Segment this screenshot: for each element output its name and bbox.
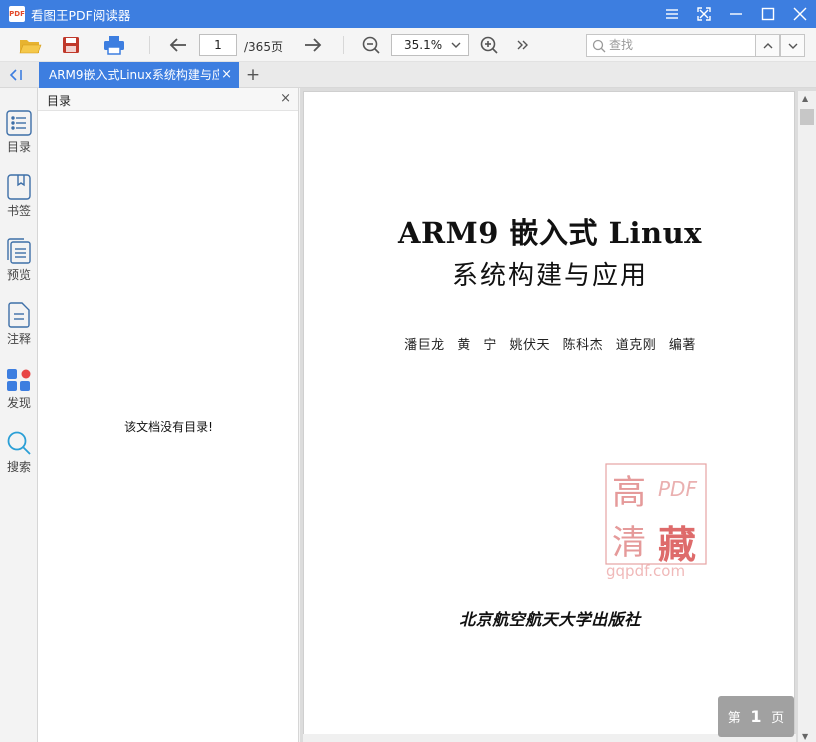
minimize-button[interactable] xyxy=(720,0,752,28)
zoom-select[interactable]: 35.1% xyxy=(391,34,469,56)
tab-bar: ARM9嵌入式Linux系统构建与应用 × + xyxy=(0,62,816,88)
discover-icon xyxy=(5,365,33,393)
sidebar-item-label: 注释 xyxy=(6,332,31,346)
book-title-line2: 系统构建与应用 xyxy=(451,261,648,291)
sidebar-item-label: 预览 xyxy=(6,268,31,282)
search-next-button[interactable] xyxy=(780,34,805,57)
sidebar-item-label: 搜索 xyxy=(6,460,31,474)
sidebar-rail: 目录 书签 预览 注释 发现 搜索 xyxy=(0,88,38,742)
zoom-out-icon[interactable] xyxy=(358,33,384,57)
sidebar-item-label: 目录 xyxy=(6,140,31,154)
thumbnail-icon xyxy=(5,237,33,265)
outline-empty-message: 该文档没有目录! xyxy=(124,420,213,434)
sidebar-item-bookmark[interactable]: 书签 xyxy=(0,167,38,225)
vertical-scrollbar[interactable]: ▲ ▼ xyxy=(798,91,816,742)
more-tools-icon[interactable] xyxy=(510,33,536,57)
chevron-down-icon xyxy=(450,38,462,58)
new-tab-button[interactable]: + xyxy=(245,65,261,85)
outline-header: 目录 × xyxy=(38,88,298,111)
watermark-pdf: PDF xyxy=(658,477,697,501)
app-logo: PDF xyxy=(9,6,25,22)
book-publisher: 北京航空航天大学出版社 xyxy=(459,610,641,629)
toolbar-divider xyxy=(149,36,150,54)
toc-icon xyxy=(5,109,33,137)
zoom-value: 35.1% xyxy=(404,38,443,52)
search-input[interactable] xyxy=(609,38,749,52)
window-controls xyxy=(656,0,816,28)
tab-close-icon[interactable]: × xyxy=(221,62,232,88)
book-title-line1: ARM9 嵌入式 Linux xyxy=(398,216,702,250)
annotation-icon xyxy=(5,301,33,329)
toolbar: 1 /365页 35.1% xyxy=(0,28,816,62)
sidebar-item-search[interactable]: 搜索 xyxy=(0,423,38,481)
watermark-char: 清 xyxy=(612,523,646,563)
scroll-up-icon[interactable]: ▲ xyxy=(802,94,808,103)
page-indicator: 第 1 页 xyxy=(718,696,794,737)
title-bar: PDF 看图王PDF阅读器 xyxy=(0,0,816,28)
sidebar-item-annotation[interactable]: 注释 xyxy=(0,295,38,353)
sidebar-item-label: 发现 xyxy=(6,396,31,410)
bookmark-icon xyxy=(5,173,33,201)
print-icon[interactable] xyxy=(101,33,127,57)
page-indicator-prefix: 第 xyxy=(727,711,741,726)
sidebar-item-preview[interactable]: 预览 xyxy=(0,231,38,289)
scroll-thumb[interactable] xyxy=(800,109,814,125)
sidebar-item-discover[interactable]: 发现 xyxy=(0,359,38,417)
chevron-down-icon xyxy=(788,43,797,49)
save-icon[interactable] xyxy=(58,33,84,57)
sidebar-item-toc[interactable]: 目录 xyxy=(0,103,38,161)
page-indicator-suffix: 页 xyxy=(771,711,785,726)
search-icon xyxy=(5,429,33,457)
window-title: 看图王PDF阅读器 xyxy=(31,7,131,23)
watermark-stamp: 高 PDF 清 藏 gqpdf.com xyxy=(605,463,707,580)
tab-document[interactable]: ARM9嵌入式Linux系统构建与应用 × xyxy=(39,62,239,88)
tab-label: ARM9嵌入式Linux系统构建与应用 xyxy=(49,68,219,82)
search-previous-button[interactable] xyxy=(755,34,780,57)
close-button[interactable] xyxy=(784,0,816,28)
outline-panel: 目录 × 该文档没有目录! xyxy=(38,88,299,742)
page-total-label: /365页 xyxy=(244,40,283,54)
search-box[interactable] xyxy=(586,34,756,57)
sidebar-item-label: 书签 xyxy=(6,204,31,218)
watermark-domain: gqpdf.com xyxy=(606,562,685,580)
watermark-char: 藏 xyxy=(658,522,696,567)
open-folder-icon[interactable] xyxy=(17,33,43,57)
zoom-in-icon[interactable] xyxy=(476,33,502,57)
menu-icon[interactable] xyxy=(656,0,688,28)
book-authors: 潘巨龙 黄 宁 姚伏天 陈科杰 道克刚 编著 xyxy=(404,338,696,353)
search-icon xyxy=(592,39,606,53)
close-icon[interactable]: × xyxy=(280,91,291,106)
page-indicator-number: 1 xyxy=(750,707,762,726)
next-page-icon[interactable] xyxy=(300,33,326,57)
maximize-button[interactable] xyxy=(752,0,784,28)
toolbar-divider xyxy=(343,36,344,54)
watermark-char: 高 xyxy=(612,473,646,513)
outline-title: 目录 xyxy=(47,94,72,108)
previous-page-icon[interactable] xyxy=(165,33,191,57)
fullscreen-icon[interactable] xyxy=(688,0,720,28)
page-number-input[interactable]: 1 xyxy=(199,34,237,56)
scroll-down-icon[interactable]: ▼ xyxy=(802,732,808,741)
document-view[interactable]: ARM9 嵌入式 Linux 系统构建与应用 潘巨龙 黄 宁 姚伏天 陈科杰 道… xyxy=(300,88,816,742)
pdf-page: ARM9 嵌入式 Linux 系统构建与应用 潘巨龙 黄 宁 姚伏天 陈科杰 道… xyxy=(303,91,795,742)
chevron-up-icon xyxy=(763,42,772,48)
collapse-sidebar-icon[interactable] xyxy=(8,67,28,83)
